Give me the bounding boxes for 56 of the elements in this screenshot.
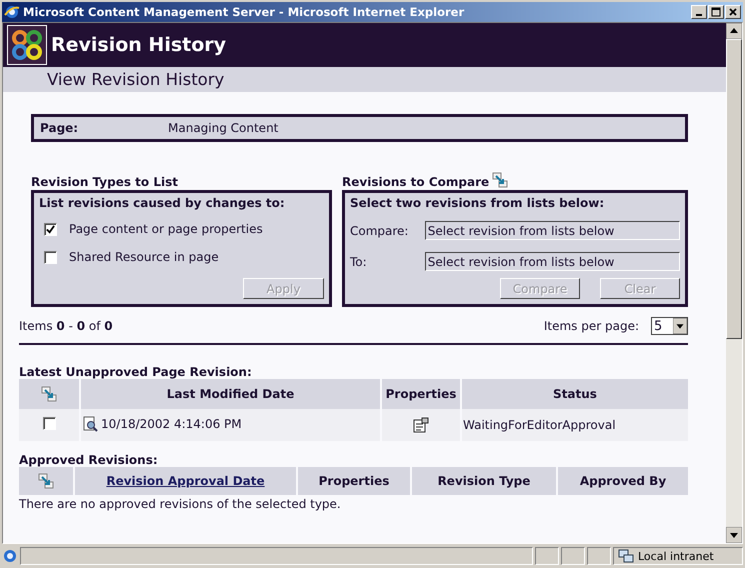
gears-logo-icon: [7, 25, 47, 65]
minimize-button[interactable]: [691, 5, 707, 19]
minimize-icon: [696, 14, 702, 16]
table-heading: Approved Revisions:: [19, 453, 159, 467]
page-heading: Revision History: [51, 34, 226, 56]
items-per-page-select[interactable]: 5: [651, 317, 688, 335]
close-button[interactable]: [725, 5, 741, 19]
compare-icon[interactable]: [41, 386, 57, 402]
scroll-down-icon[interactable]: [726, 527, 742, 543]
status-panel: [535, 547, 559, 565]
checkbox[interactable]: [44, 222, 57, 236]
sort-link[interactable]: Revision Approval Date: [106, 474, 265, 488]
page-preview-icon[interactable]: [82, 416, 98, 432]
revision-field[interactable]: Select revision from lists below: [424, 221, 680, 240]
compare-icon[interactable]: [38, 473, 54, 489]
page-name: Managing Content: [168, 121, 278, 135]
column-header: Approved By: [558, 467, 688, 495]
subheading: View Revision History: [47, 70, 224, 89]
status-panel: [561, 547, 585, 565]
security-zone: Local intranet: [638, 550, 714, 562]
section-heading: Revisions to Compare: [342, 175, 490, 190]
field-label: Compare:: [350, 224, 410, 238]
section-heading: Revision Types to List: [31, 175, 179, 190]
items-count: Items 0 - 0 of 0: [19, 319, 113, 333]
column-header: Properties: [298, 467, 410, 495]
column-header: Properties: [382, 379, 460, 409]
window-title: Microsoft Content Management Server - Microsoft Internet Explorer: [23, 5, 464, 19]
close-icon: [728, 7, 738, 17]
modified-date: 10/18/2002 4:14:06 PM: [101, 416, 242, 430]
scroll-up-icon[interactable]: [726, 23, 742, 39]
empty-message: There are no approved revisions of the selected type.: [19, 497, 342, 511]
table-heading: Latest Unapproved Page Revision:: [19, 365, 253, 379]
field-label: To:: [350, 254, 368, 268]
revision-field[interactable]: Select revision from lists below: [424, 252, 680, 271]
status-text: WaitingForEditorApproval: [463, 418, 616, 432]
checkbox[interactable]: [44, 250, 57, 264]
panel-prompt: Select two revisions from lists below:: [350, 196, 606, 210]
maximize-button[interactable]: [708, 5, 724, 19]
column-header: Revision Type: [412, 467, 556, 495]
intranet-icon: [618, 548, 634, 564]
maximize-icon: [711, 7, 721, 17]
scrollbar[interactable]: [726, 23, 742, 543]
panel-prompt: List revisions caused by changes to:: [39, 196, 286, 210]
page-label: Page:: [40, 121, 80, 135]
checkbox-label: Page content or page properties: [69, 222, 263, 236]
column-header: Status: [462, 379, 688, 409]
properties-icon[interactable]: [413, 417, 429, 433]
column-header: Last Modified Date: [81, 379, 380, 409]
items-per-page-label: Items per page:: [544, 319, 639, 333]
checkbox-label: Shared Resource in page: [69, 250, 219, 264]
checkbox[interactable]: [42, 417, 56, 430]
browser-icon: [4, 4, 20, 20]
status-panel: [587, 547, 611, 565]
browser-icon: [2, 548, 18, 564]
compare-icon[interactable]: [492, 172, 508, 188]
dropdown-arrow-icon[interactable]: [673, 318, 687, 334]
